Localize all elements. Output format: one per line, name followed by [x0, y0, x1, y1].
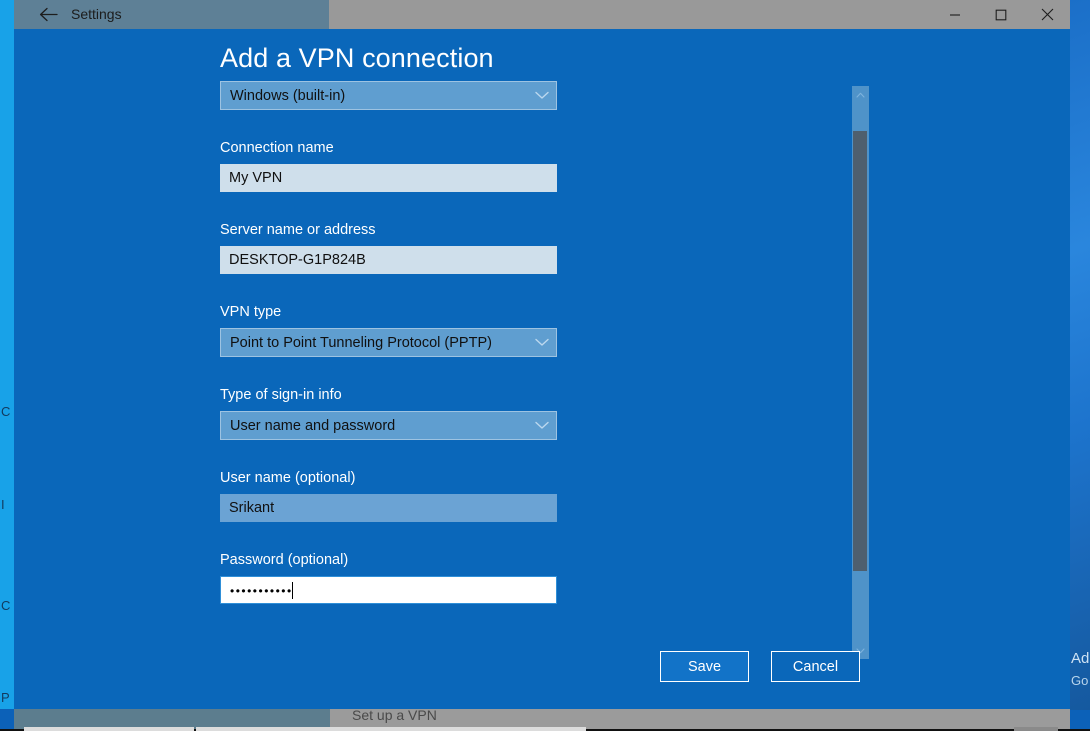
server-name-label: Server name or address: [220, 222, 376, 238]
close-icon: [1041, 8, 1053, 21]
signin-type-label: Type of sign-in info: [220, 387, 342, 403]
screen: Ad Go C I C P Set up a VPN Settings Add …: [0, 0, 1090, 731]
vpn-dialog: Add a VPN connection Windows (built-in) …: [14, 29, 1070, 709]
vpn-type-label: VPN type: [220, 304, 282, 320]
save-button[interactable]: Save: [660, 651, 749, 682]
scrollbar-thumb[interactable]: [853, 131, 867, 571]
taskbar-item-2[interactable]: [196, 727, 586, 731]
vpn-form: Windows (built-in) Connection name My VP…: [220, 81, 565, 604]
password-label: Password (optional): [220, 552, 349, 568]
chevron-down-icon: [535, 412, 549, 439]
background-wallpaper-right: [1070, 0, 1090, 710]
chevron-down-icon: [535, 82, 549, 109]
window-titlebar: Settings: [14, 0, 1070, 29]
dialog-actions: Save Cancel: [660, 651, 860, 682]
maximize-button[interactable]: [978, 0, 1024, 29]
scrollbar-up-button[interactable]: [852, 86, 869, 103]
back-arrow-icon: [39, 7, 58, 22]
minimize-icon: [950, 13, 960, 16]
connection-name-value: My VPN: [229, 170, 283, 186]
chevron-up-icon: [856, 92, 865, 98]
vpn-type-value: Point to Point Tunneling Protocol (PPTP): [230, 334, 492, 351]
page-title: Add a VPN connection: [220, 43, 494, 73]
vertical-scrollbar[interactable]: [852, 86, 869, 659]
vpn-type-combobox[interactable]: Point to Point Tunneling Protocol (PPTP): [220, 328, 557, 357]
vpn-provider-combobox[interactable]: Windows (built-in): [220, 81, 557, 110]
connection-name-input[interactable]: My VPN: [220, 164, 557, 192]
signin-type-combobox[interactable]: User name and password: [220, 411, 557, 440]
window-controls: [932, 0, 1070, 29]
taskbar-item-3[interactable]: [1014, 727, 1058, 731]
chevron-down-icon: [535, 329, 549, 356]
server-name-input[interactable]: DESKTOP-G1P824B: [220, 246, 557, 274]
taskbar-item-1[interactable]: [24, 727, 194, 731]
password-input[interactable]: •••••••••••: [220, 576, 557, 604]
user-name-value: Srikant: [229, 500, 275, 516]
user-name-label: User name (optional): [220, 470, 356, 486]
close-button[interactable]: [1024, 0, 1070, 29]
cancel-button[interactable]: Cancel: [771, 651, 860, 682]
maximize-icon: [995, 9, 1007, 20]
back-button[interactable]: [28, 0, 68, 29]
settings-window: Settings Add a VPN connection Windows (b…: [14, 0, 1070, 709]
server-name-value: DESKTOP-G1P824B: [229, 252, 366, 268]
vpn-provider-value: Windows (built-in): [230, 87, 346, 104]
connection-name-label: Connection name: [220, 140, 334, 156]
window-title: Settings: [71, 6, 122, 22]
user-name-input[interactable]: Srikant: [220, 494, 557, 522]
password-value: •••••••••••: [230, 584, 293, 598]
minimize-button[interactable]: [932, 0, 978, 29]
background-right-text-1: Ad: [1071, 650, 1090, 667]
signin-type-value: User name and password: [230, 417, 396, 434]
background-right-text-2: Go: [1071, 673, 1089, 688]
